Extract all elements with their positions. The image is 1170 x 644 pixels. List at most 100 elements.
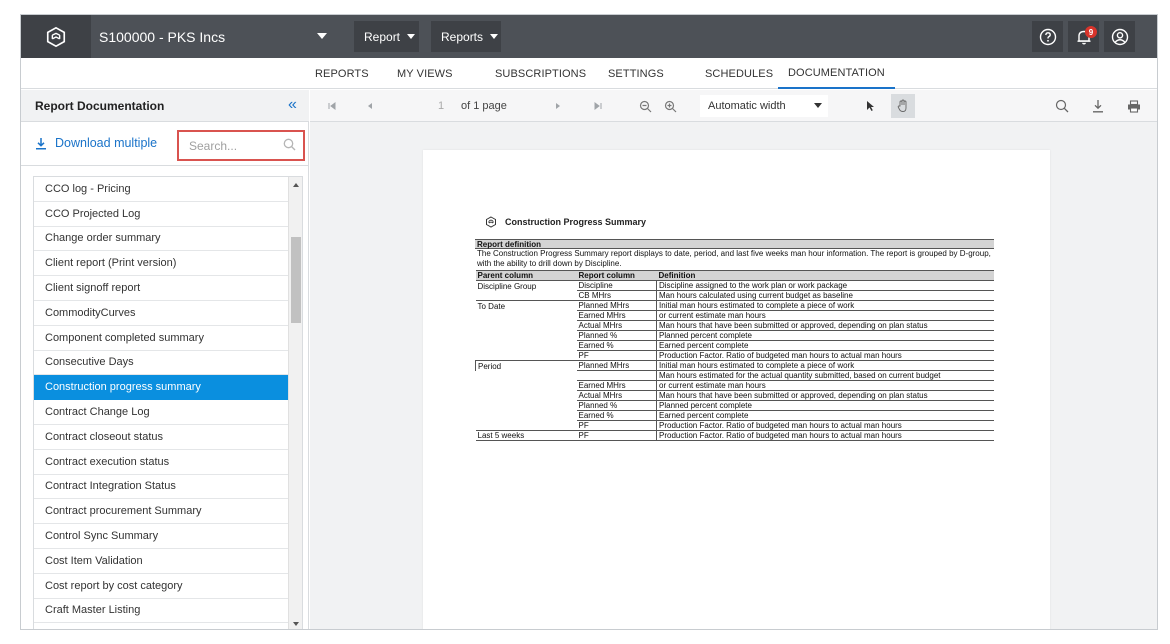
- table-row: Actual MHrs Man hours that have been subm…: [476, 390, 994, 401]
- table-cell-parent: [476, 421, 577, 431]
- table-row: Actual MHrs Man hours that have been subm…: [476, 320, 994, 331]
- report-list-item[interactable]: Component completed summary: [34, 326, 289, 351]
- zoom-out-icon[interactable]: [635, 90, 655, 122]
- table-cell-report: Actual MHrs: [576, 320, 657, 331]
- zoom-value: Automatic width: [708, 100, 786, 112]
- first-page-icon[interactable]: [324, 90, 340, 122]
- project-selector[interactable]: S100000 - PKS Incs: [91, 15, 335, 58]
- zoom-in-icon[interactable]: [660, 90, 680, 122]
- table-cell-parent: [476, 321, 577, 331]
- table-cell-report: Earned %: [576, 410, 657, 421]
- report-list-item[interactable]: CCO log - Pricing: [34, 177, 289, 202]
- chevron-down-icon: [407, 34, 416, 39]
- table-cell-parent: Last 5 weeks: [475, 430, 577, 441]
- table-cell-parent: [476, 381, 577, 391]
- table-row: To Date Planned MHrs Initial man hours est…: [475, 300, 994, 311]
- document-title-text: Construction Progress Summary: [505, 217, 647, 227]
- report-list-item[interactable]: CommodityCurves: [34, 301, 289, 326]
- report-list-item[interactable]: Cost report by cost category: [34, 574, 289, 599]
- table-cell-definition: Planned percent complete: [656, 330, 994, 341]
- scroll-up-icon[interactable]: [293, 183, 299, 187]
- hand-tool-icon: [897, 99, 907, 112]
- notification-badge: 9: [1085, 26, 1097, 38]
- print-icon[interactable]: [1124, 90, 1144, 122]
- tab-my-views[interactable]: MY VIEWS: [397, 58, 453, 89]
- reports-menu-button[interactable]: Reports: [431, 21, 501, 52]
- table-header-row: Parent column Report column Definition: [475, 270, 994, 281]
- scroll-thumb[interactable]: [291, 237, 301, 323]
- download-icon: [36, 137, 46, 150]
- hand-tool-button[interactable]: [891, 94, 915, 118]
- table-row: Earned % Earned percent complete: [476, 340, 994, 351]
- table-cell-parent: [476, 371, 577, 381]
- table-cell-definition: Initial man hours estimated to complete …: [656, 360, 994, 371]
- zoom-select[interactable]: Automatic width: [700, 95, 828, 117]
- report-list-item[interactable]: Client signoff report: [34, 276, 289, 301]
- table-row: Earned MHrs or current estimate man hours: [476, 310, 994, 321]
- chevron-down-icon: [814, 103, 822, 108]
- definition-text: The Construction Progress Summary report…: [477, 249, 991, 268]
- table-cell-report: Earned %: [576, 340, 657, 351]
- report-list-item[interactable]: Contract Change Log: [34, 400, 289, 425]
- report-list-item[interactable]: Crew communicator: [34, 623, 289, 629]
- search-input[interactable]: [189, 138, 279, 154]
- report-list-item[interactable]: Change order summary: [34, 227, 289, 252]
- search-document-icon[interactable]: [1052, 90, 1072, 122]
- list-scrollbar[interactable]: [288, 177, 302, 629]
- app-window: S100000 - PKS Incs Report Reports 9 REPO…: [20, 14, 1158, 630]
- collapse-sidebar-icon[interactable]: «: [288, 97, 297, 113]
- tab-subscriptions[interactable]: SUBSCRIPTIONS: [495, 58, 586, 89]
- report-list: CCO log - Pricing CCO Projected Log Change…: [33, 176, 303, 629]
- next-page-icon[interactable]: [550, 90, 566, 122]
- table-row: Discipline Group Discipline Discipline ass…: [475, 280, 994, 291]
- select-cursor-icon[interactable]: [862, 90, 878, 122]
- notifications-button[interactable]: 9: [1068, 21, 1099, 52]
- table-cell-parent: [476, 401, 577, 411]
- logo-icon: [46, 26, 66, 47]
- report-menu-button[interactable]: Report: [354, 21, 419, 52]
- report-list-item[interactable]: Contract Integration Status: [34, 475, 289, 500]
- documentation-sidebar: Report Documentation « Download multiple…: [21, 90, 309, 629]
- report-list-item[interactable]: Craft Master Listing: [34, 599, 289, 624]
- page-number-input[interactable]: [427, 96, 455, 116]
- help-button[interactable]: [1032, 21, 1063, 52]
- screenshot-frame: S100000 - PKS Incs Report Reports 9 REPO…: [0, 0, 1170, 644]
- table-row: Planned % Planned percent complete: [476, 400, 994, 411]
- table-cell-report: Earned MHrs: [576, 380, 657, 391]
- search-icon[interactable]: [283, 138, 296, 151]
- download-document-icon[interactable]: [1088, 90, 1108, 122]
- report-list-item[interactable]: Consecutive Days: [34, 351, 289, 376]
- report-list-item[interactable]: Client report (Print version): [34, 251, 289, 277]
- user-menu-button[interactable]: [1104, 21, 1135, 52]
- scroll-down-icon[interactable]: [293, 622, 299, 626]
- tab-reports[interactable]: REPORTS: [315, 58, 369, 89]
- report-list-item[interactable]: Cost Item Validation: [34, 549, 289, 574]
- report-list-item[interactable]: Control Sync Summary: [34, 524, 289, 549]
- table-cell-definition: or current estimate man hours: [656, 310, 994, 321]
- last-page-icon[interactable]: [590, 90, 606, 122]
- report-list-item[interactable]: Construction progress summary: [34, 375, 289, 401]
- download-multiple-label: Download multiple: [55, 136, 158, 150]
- download-multiple-link[interactable]: Download multiple: [35, 136, 157, 150]
- top-bar: S100000 - PKS Incs Report Reports 9: [21, 15, 1157, 58]
- table-cell-report: Planned MHrs: [576, 360, 657, 371]
- tab-schedules[interactable]: SCHEDULES: [705, 58, 773, 89]
- table-cell-parent: [476, 331, 577, 341]
- document-title: Construction Progress Summary: [485, 216, 646, 228]
- chevron-down-icon: [317, 33, 327, 39]
- tab-settings[interactable]: SETTINGS: [608, 58, 664, 89]
- tab-documentation[interactable]: DOCUMENTATION: [778, 58, 895, 89]
- app-logo[interactable]: [21, 15, 91, 58]
- report-list-item[interactable]: Contract execution status: [34, 450, 289, 475]
- report-list-items: CCO log - Pricing CCO Projected Log Change…: [34, 177, 289, 629]
- table-cell-definition: Man hours estimated for the actual quant…: [656, 370, 994, 381]
- report-list-item[interactable]: Contract procurement Summary: [34, 499, 289, 525]
- table-cell-definition: Earned percent complete: [656, 340, 994, 351]
- report-list-item[interactable]: CCO Projected Log: [34, 202, 289, 227]
- prev-page-icon[interactable]: [362, 90, 378, 122]
- table-cell-report: CB MHrs: [576, 290, 657, 301]
- column-definition-table: Parent column Report column Definition D…: [475, 270, 994, 441]
- table-cell-definition: Production Factor. Ratio of budgeted man…: [656, 350, 994, 361]
- report-list-item[interactable]: Contract closeout status: [34, 425, 289, 450]
- chevron-down-icon: [490, 34, 499, 39]
